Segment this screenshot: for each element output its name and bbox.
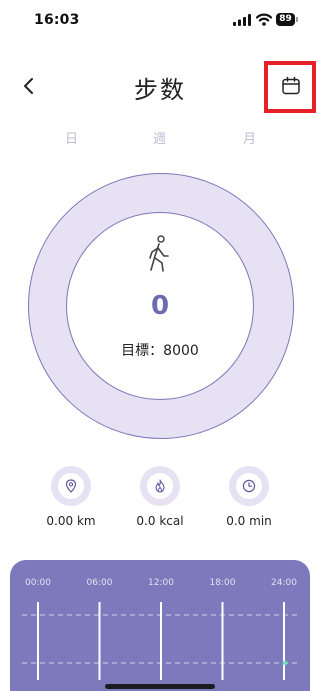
tab-month[interactable]: 月 bbox=[243, 128, 256, 147]
battery-tip bbox=[296, 17, 298, 22]
steps-screen: 16:03 89 步数 日 週 月 0 目標：8000 0.00 km 0.0 … bbox=[0, 0, 320, 691]
chart-x-tick-label: 06:00 bbox=[87, 578, 113, 588]
clock-icon bbox=[242, 479, 256, 493]
distance-icon-badge bbox=[51, 466, 91, 506]
steps-chart: 00:00 06:00 12:00 18:00 24:00 bbox=[22, 578, 298, 680]
stat-calories: 0.0 kcal bbox=[115, 466, 205, 536]
steps-chart-card: 00:00 06:00 12:00 18:00 24:00 bbox=[10, 560, 310, 691]
status-time: 16:03 bbox=[34, 12, 80, 28]
steps-count: 0 bbox=[150, 291, 170, 321]
stat-distance: 0.00 km bbox=[26, 466, 116, 536]
chart-x-tick-label: 24:00 bbox=[271, 578, 297, 588]
location-pin-icon bbox=[65, 479, 77, 493]
cellular-signal-icon bbox=[233, 14, 251, 26]
duration-value: 0.0 min bbox=[226, 514, 272, 528]
steps-goal: 目標：8000 bbox=[121, 343, 199, 359]
tab-day[interactable]: 日 bbox=[65, 128, 78, 147]
flame-icon bbox=[155, 479, 165, 493]
chart-current-dot bbox=[282, 660, 288, 666]
battery-level: 89 bbox=[276, 13, 295, 26]
battery-icon: 89 bbox=[276, 13, 298, 26]
calories-value: 0.0 kcal bbox=[136, 514, 184, 528]
stat-duration: 0.0 min bbox=[204, 466, 294, 536]
chart-x-tick-label: 12:00 bbox=[148, 578, 174, 588]
walking-person-icon bbox=[149, 235, 169, 272]
wifi-icon bbox=[256, 13, 272, 26]
calendar-icon[interactable] bbox=[281, 76, 301, 96]
tab-week[interactable]: 週 bbox=[153, 128, 166, 147]
period-tabs: 日 週 月 bbox=[0, 128, 320, 148]
status-bar: 16:03 89 bbox=[0, 0, 320, 44]
distance-value: 0.00 km bbox=[46, 514, 96, 528]
home-indicator bbox=[105, 684, 215, 689]
calories-icon-badge bbox=[140, 466, 180, 506]
duration-icon-badge bbox=[229, 466, 269, 506]
chart-x-tick-label: 18:00 bbox=[210, 578, 236, 588]
chart-x-tick-label: 00:00 bbox=[25, 578, 51, 588]
